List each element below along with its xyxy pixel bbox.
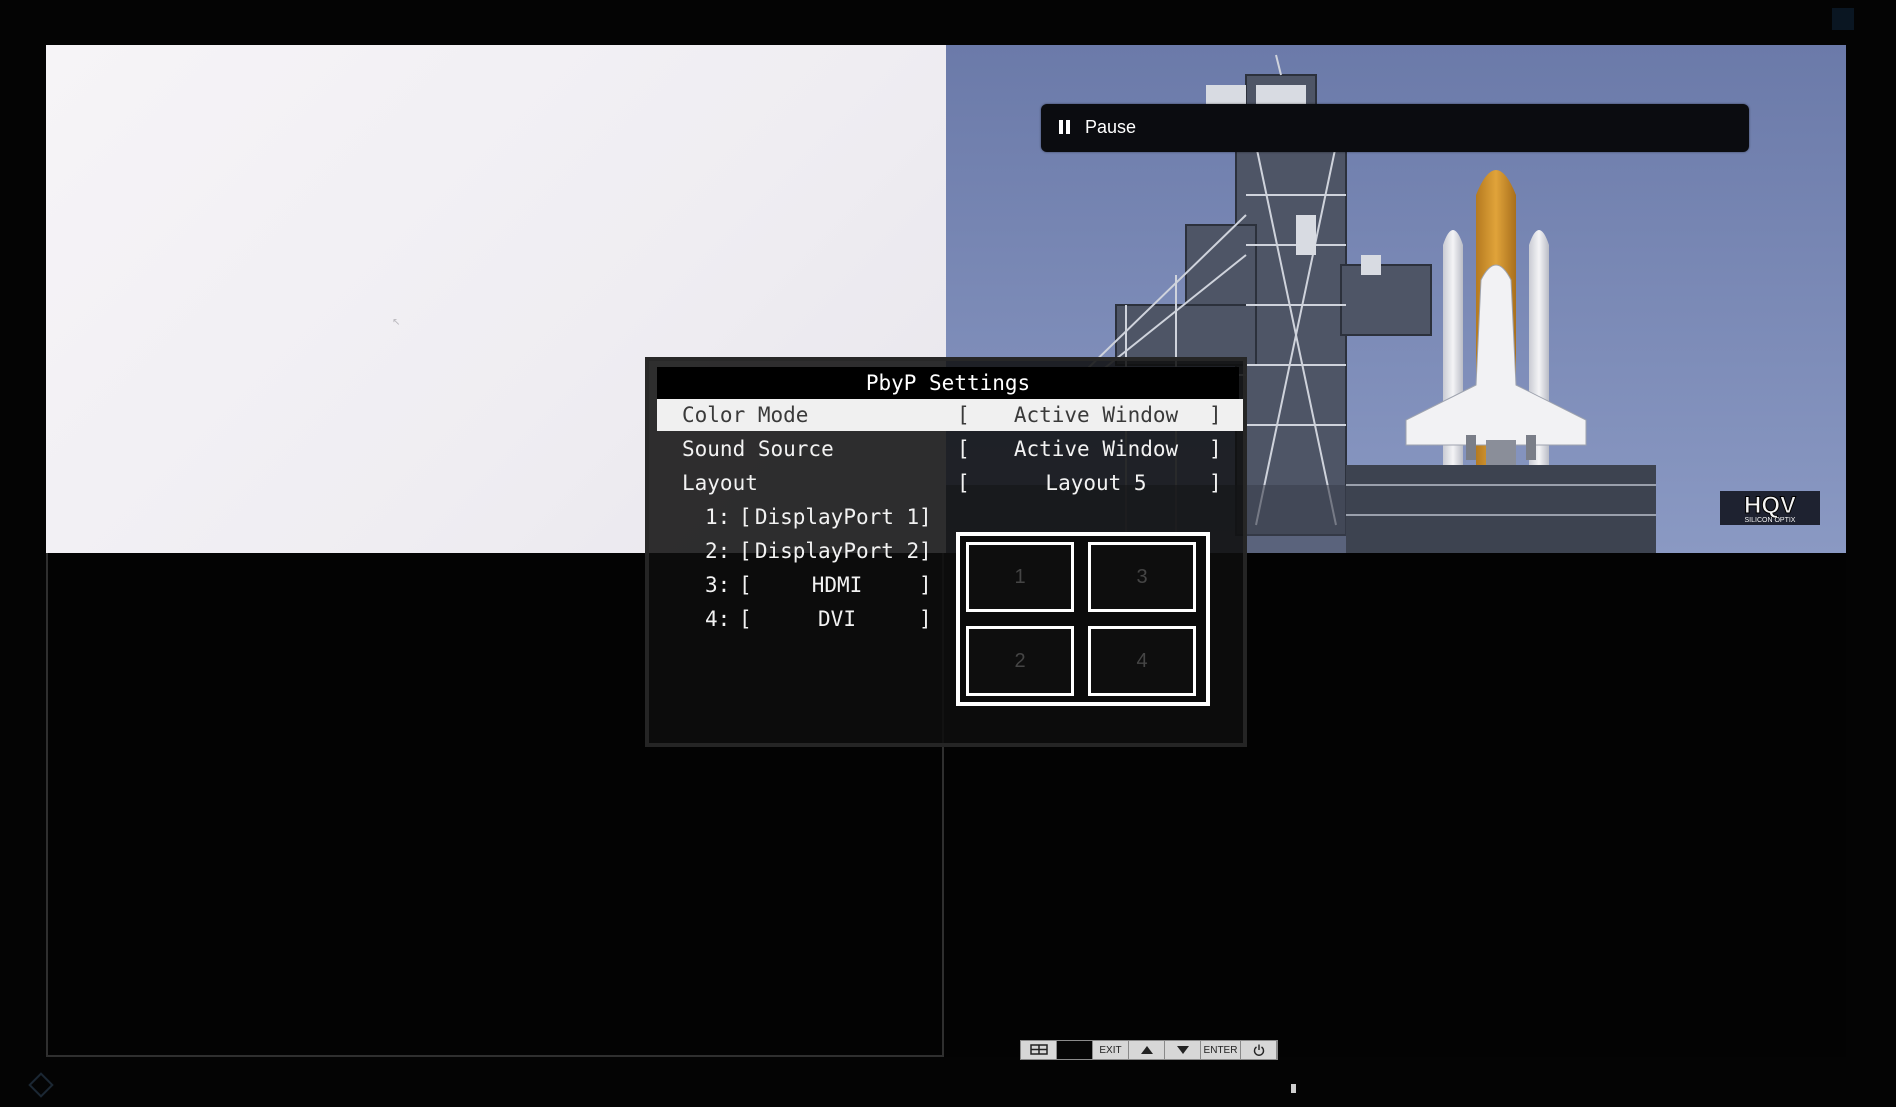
menu-item-label: Layout (682, 471, 758, 495)
bracket-close: ] (919, 607, 932, 631)
cursor-icon: ↖ (392, 317, 401, 328)
menu-item-layout[interactable]: Layout [ Layout 5 ] (657, 467, 1243, 499)
input-icon (1029, 1044, 1048, 1055)
menu-title: PbyP Settings (657, 367, 1239, 399)
menu-item-value: Active Window (1013, 437, 1179, 461)
source-item-3[interactable]: 3: [ HDMI ] (657, 569, 937, 601)
layout-cell-2: 2 (966, 626, 1074, 696)
source-number: 3: (705, 573, 731, 597)
pause-bar[interactable]: Pause (1041, 104, 1749, 152)
svg-text:HQV: HQV (1744, 492, 1796, 519)
bracket-open: [ (739, 539, 752, 563)
sensor-indicator (1832, 8, 1854, 30)
enter-button[interactable]: ENTER (1201, 1041, 1241, 1059)
monitor-bezel: ↖ HQV SILICON OPTIX Pause PbyP Settings … (0, 0, 1896, 1107)
layout-cell-1: 1 (966, 542, 1074, 612)
bracket-close: ] (919, 539, 932, 563)
hqv-logo: HQV SILICON OPTIX (1720, 491, 1820, 525)
input-button[interactable] (1021, 1041, 1057, 1059)
source-number: 1: (705, 505, 731, 529)
menu-item-value: Layout 5 (1045, 471, 1147, 495)
bracket-open: [ (739, 607, 752, 631)
pause-label: Pause (1085, 117, 1137, 137)
up-arrow-icon (1140, 1046, 1153, 1054)
pause-icon[interactable] (1059, 120, 1071, 134)
menu-item-label: Color Mode (682, 403, 809, 427)
menu-item-label: Sound Source (682, 437, 834, 461)
source-item-4[interactable]: 4: [ DVI ] (657, 603, 937, 635)
bracket-close: ] (1209, 437, 1222, 461)
bracket-close: ] (1209, 403, 1222, 427)
down-button[interactable] (1165, 1041, 1201, 1059)
mode-button[interactable] (1057, 1041, 1093, 1059)
svg-text:SILICON OPTIX: SILICON OPTIX (1745, 517, 1796, 524)
up-button[interactable] (1129, 1041, 1165, 1059)
bracket-open: [ (739, 573, 752, 597)
power-button[interactable] (1241, 1041, 1277, 1059)
bracket-close: ] (1209, 471, 1222, 495)
layout-diagram: 1 3 2 4 (956, 532, 1210, 706)
layout-cell-3: 3 (1088, 542, 1196, 612)
source-name: DVI (818, 607, 856, 631)
source-name: DisplayPort 2 (754, 539, 920, 563)
layout-cell-4: 4 (1088, 626, 1196, 696)
menu-item-sound-source[interactable]: Sound Source [ Active Window ] (657, 433, 1243, 465)
source-name: DisplayPort 1 (754, 505, 920, 529)
bracket-close: ] (919, 573, 932, 597)
source-item-1[interactable]: 1: [ DisplayPort 1 ] (657, 501, 937, 533)
pbyp-settings-menu: PbyP Settings Color Mode [ Active Window… (645, 357, 1247, 747)
power-led (1291, 1084, 1296, 1093)
exit-button[interactable]: EXIT (1093, 1041, 1129, 1059)
source-item-2[interactable]: 2: [ DisplayPort 2 ] (657, 535, 937, 567)
source-number: 2: (705, 539, 731, 563)
down-arrow-icon (1176, 1046, 1189, 1054)
source-number: 4: (705, 607, 731, 631)
menu-item-color-mode[interactable]: Color Mode [ Active Window ] (657, 399, 1243, 431)
bracket-close: ] (919, 505, 932, 529)
source-name: HDMI (811, 573, 863, 597)
bracket-open: [ (739, 505, 752, 529)
control-button-strip: EXIT ENTER (1020, 1040, 1278, 1060)
power-icon (1253, 1044, 1264, 1056)
brand-logo (28, 1072, 54, 1098)
menu-item-value: Active Window (1013, 403, 1179, 427)
